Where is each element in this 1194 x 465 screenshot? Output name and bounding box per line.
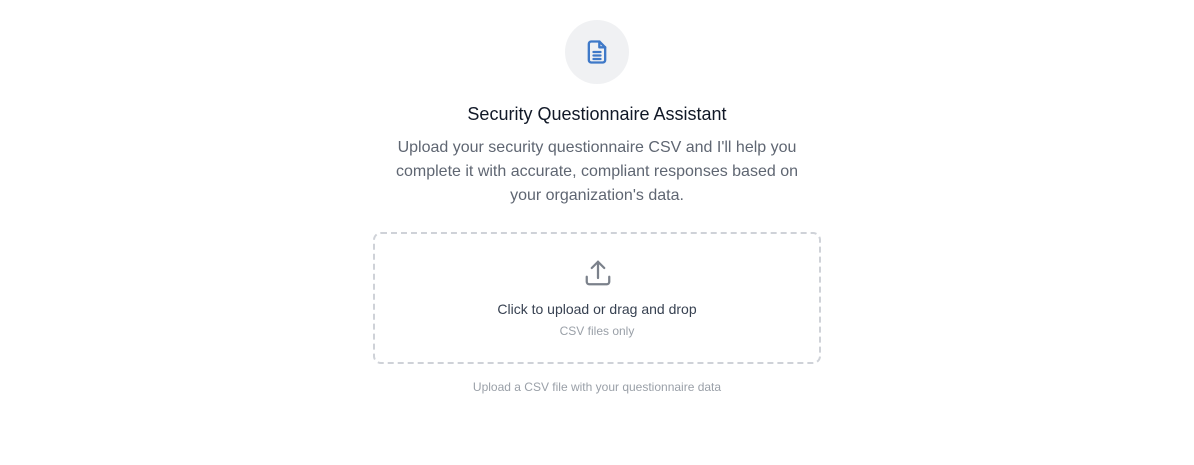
- upload-primary-text: Click to upload or drag and drop: [497, 301, 697, 317]
- hero-icon-circle: [565, 20, 629, 84]
- upload-file-type-note: CSV files only: [559, 324, 635, 338]
- upload-icon: [585, 260, 611, 286]
- csv-upload-dropzone[interactable]: Click to upload or drag and drop CSV fil…: [373, 232, 821, 364]
- questionnaire-upload-page: Security Questionnaire Assistant Upload …: [0, 0, 1194, 465]
- page-title: Security Questionnaire Assistant: [467, 104, 727, 124]
- document-icon: [587, 40, 607, 64]
- page-description: Upload your security questionnaire CSV a…: [396, 139, 798, 204]
- upload-hint: Upload a CSV file with your questionnair…: [472, 380, 722, 394]
